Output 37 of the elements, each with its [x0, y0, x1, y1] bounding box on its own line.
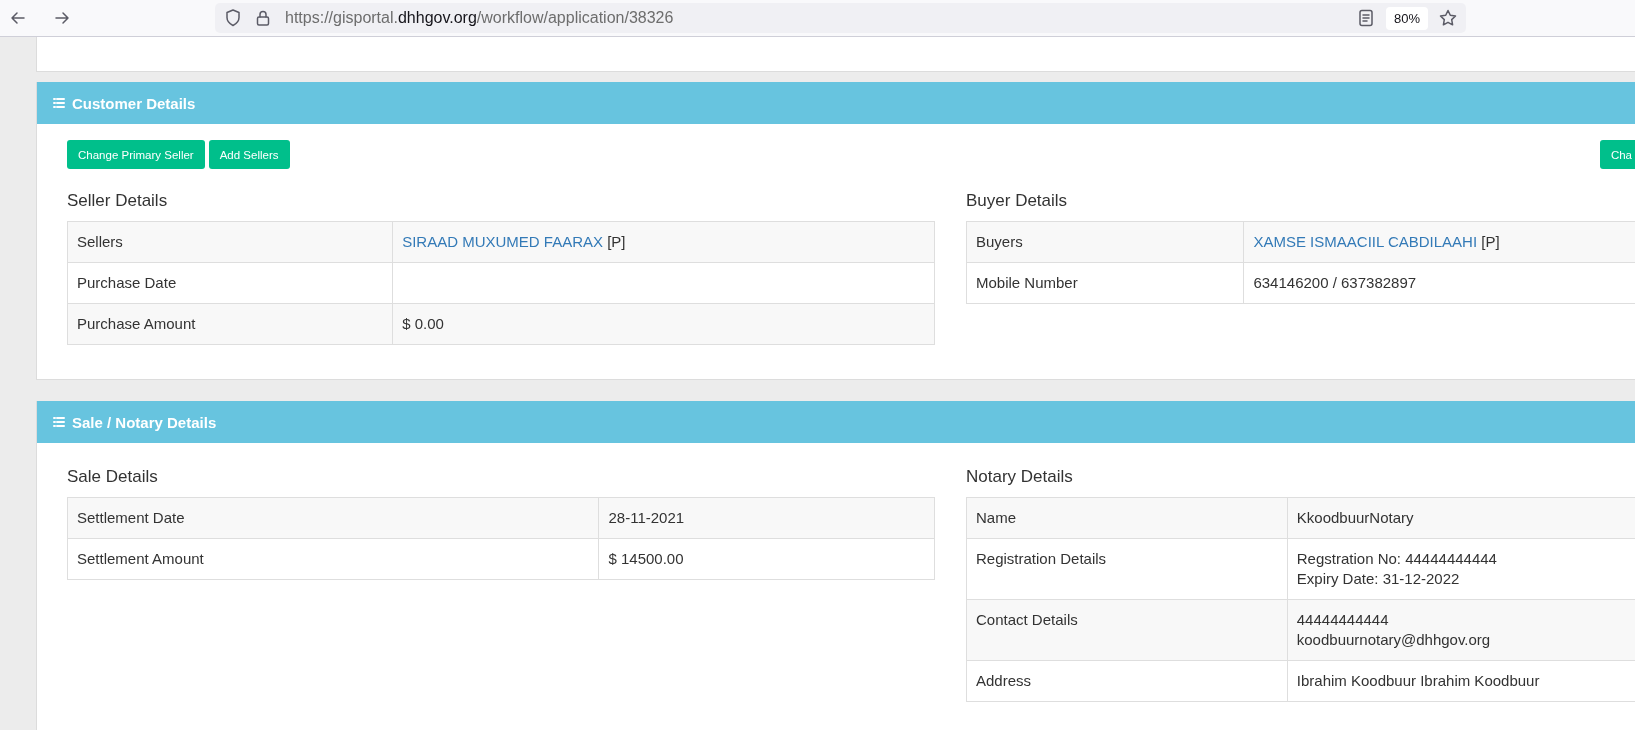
name-link[interactable]: XAMSE ISMAACIIL CABDILAAHI	[1253, 233, 1478, 250]
value-text: Regstration No: 44444444444	[1296, 549, 1498, 569]
label-cell: Settlement Amount	[67, 538, 599, 580]
value-text: Ibrahim Koodbuur Ibrahim Koodbuur	[1296, 671, 1541, 691]
section-title: Sale / Notary Details	[72, 413, 217, 431]
panel-title: Sale Details	[67, 467, 159, 487]
label-cell: Sellers	[67, 221, 393, 263]
value-text: $ 0.00	[402, 314, 445, 334]
value-text: $ 14500.00	[608, 549, 685, 569]
zoom-level[interactable]: 80%	[1385, 6, 1428, 30]
primary-tag: [P]	[1481, 233, 1500, 250]
action-button[interactable]: Cha	[1599, 140, 1635, 169]
primary-tag: [P]	[607, 233, 626, 250]
value-text: 44444444444	[1296, 610, 1390, 630]
value-text: 28-11-2021	[608, 508, 686, 528]
label-cell: Settlement Date	[67, 497, 599, 539]
label-cell: Purchase Amount	[67, 303, 393, 345]
address-bar[interactable]: https://gisportal.dhhgov.org/workflow/application/38326 80%	[215, 3, 1466, 33]
label-cell: Contact Details	[966, 599, 1288, 661]
name-link[interactable]: SIRAAD MUXUMED FAARAX	[402, 233, 603, 250]
action-button[interactable]: Change Primary Seller	[67, 140, 205, 169]
section-title: Customer Details	[72, 94, 196, 112]
label-cell: Buyers	[966, 221, 1244, 263]
value-text: 634146200 / 637382897	[1253, 273, 1418, 293]
label-cell: Mobile Number	[966, 262, 1244, 304]
value-text: Expiry Date: 31-12-2022	[1296, 569, 1461, 589]
label-cell: Registration Details	[966, 538, 1288, 600]
label-cell: Address	[966, 660, 1288, 702]
label-cell: Name	[966, 497, 1288, 539]
url-text: https://gisportal.dhhgov.org/workflow/application/38326	[285, 9, 674, 27]
value-text: KkoodbuurNotary	[1296, 508, 1415, 528]
panel-title: Seller Details	[67, 191, 169, 211]
action-button[interactable]: Add Sellers	[208, 140, 290, 169]
panel-title: Notary Details	[966, 467, 1074, 487]
panel-title: Buyer Details	[966, 191, 1069, 211]
value-text: koodbuurnotary@dhhgov.org	[1296, 630, 1492, 650]
label-cell: Purchase Date	[67, 262, 393, 304]
